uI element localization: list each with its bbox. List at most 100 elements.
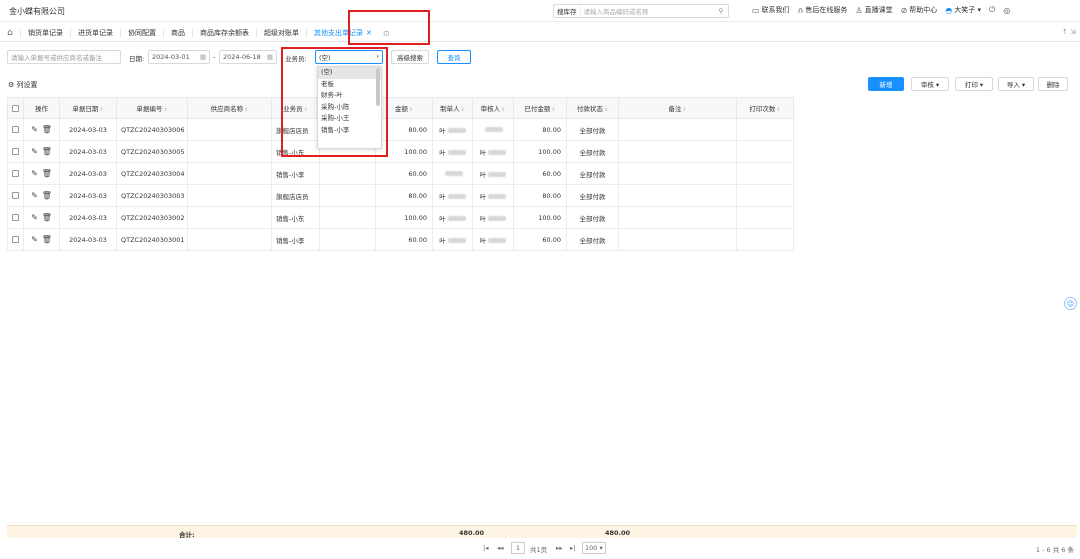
sort-icon[interactable]: ⇕ (244, 107, 248, 113)
trash-icon[interactable]: 🗑 (42, 235, 52, 244)
contact-link[interactable]: ▭ 联系我们 (752, 5, 790, 15)
new-button[interactable]: 新增 (868, 77, 904, 91)
column-settings[interactable]: ⚙ 列设置 (8, 80, 38, 90)
col-date[interactable]: 单据日期⇕ (59, 97, 117, 119)
sort-icon[interactable]: ⇕ (304, 107, 308, 113)
table-row[interactable]: ✎ 🗑 2024-03-03 QTZC20240303005 销售-小东 100.00 叶叶… (7, 140, 794, 163)
trash-icon[interactable]: 🗑 (42, 125, 52, 134)
search-input[interactable]: 请输入商品编码或名称 (581, 6, 715, 16)
print-button[interactable]: 打印 ▾ (955, 77, 993, 91)
close-icon[interactable]: ✕ (366, 29, 372, 37)
service-link[interactable]: ∩ 售后在线服务 (798, 5, 848, 15)
sort-icon[interactable]: ⇕ (551, 107, 555, 113)
page-number-input[interactable]: 1 (511, 542, 525, 554)
trash-icon[interactable]: 🗑 (42, 147, 52, 156)
sort-icon[interactable]: ⇕ (99, 107, 103, 113)
col-maker[interactable]: 制单人⇕ (432, 97, 473, 119)
row-checkbox[interactable] (7, 184, 24, 207)
col-status[interactable]: 付款状态⇕ (566, 97, 619, 119)
tab-products[interactable]: 商品 (163, 28, 192, 38)
checkbox[interactable] (12, 148, 19, 155)
power-icon[interactable]: ⏻ (989, 5, 995, 15)
row-checkbox[interactable] (7, 228, 24, 251)
tab-other-expense-records[interactable]: 其他支出单记录 ✕ (306, 28, 379, 38)
row-checkbox[interactable] (7, 140, 24, 163)
edit-icon[interactable]: ✎ (31, 213, 38, 222)
date-from-field[interactable]: 2024-03-01 ▦ (148, 50, 210, 64)
trash-icon[interactable]: 🗑 (42, 213, 52, 222)
table-row[interactable]: ✎ 🗑 2024-03-03 QTZC20240303002 销售-小东 100.00 叶叶… (7, 206, 794, 229)
tabbar-tools[interactable]: ↑ ⇲ (1062, 28, 1076, 36)
edit-icon[interactable]: ✎ (31, 125, 38, 134)
salesperson-select[interactable]: (空) ▾ (315, 50, 383, 64)
col-salesperson[interactable]: 业务员⇕ (271, 97, 320, 119)
row-checkbox[interactable] (7, 206, 24, 229)
table-row[interactable]: ✎ 🗑 2024-03-03 QTZC20240303004 销售-小李 60.00 叶 60… (7, 162, 794, 185)
edit-icon[interactable]: ✎ (31, 169, 38, 178)
col-number[interactable]: 单据编号⇕ (116, 97, 188, 119)
import-button[interactable]: 导入 ▾ (998, 77, 1034, 91)
search-scope[interactable]: 搜库存 (554, 6, 581, 16)
first-page-button[interactable]: |◂ (483, 544, 488, 552)
dropdown-option[interactable]: 采购-小王 (318, 113, 381, 125)
sort-icon[interactable]: ⇕ (604, 107, 608, 113)
dropdown-option[interactable]: 采购-小陈 (318, 102, 381, 114)
tab-purchase-records[interactable]: 进货单记录 (70, 28, 120, 38)
live-link[interactable]: ♙ 直播课堂 (855, 5, 892, 15)
table-row[interactable]: ✎ 🗑 2024-03-03 QTZC20240303003 旗舰店店员 80.00 叶叶 8… (7, 184, 794, 207)
advanced-search-button[interactable]: 高级搜索 (391, 50, 429, 64)
delete-button[interactable]: 删除 (1038, 77, 1068, 91)
sort-icon[interactable]: ⇕ (163, 107, 167, 113)
edit-icon[interactable]: ✎ (31, 191, 38, 200)
tab-super-statement[interactable]: 超级对账单 (256, 28, 306, 38)
prev-page-button[interactable]: ◂◂ (497, 544, 504, 552)
dropdown-option[interactable]: 销售-小李 (318, 125, 381, 137)
edit-icon[interactable]: ✎ (31, 147, 38, 156)
user-menu[interactable]: ◓ 大笑子 ▾ (945, 5, 981, 15)
checkbox[interactable] (12, 192, 19, 199)
next-page-button[interactable]: ▸▸ (556, 544, 563, 552)
dropdown-scrollbar[interactable] (376, 68, 380, 106)
page-size-select[interactable]: 100 ▾ (582, 542, 606, 554)
sort-icon[interactable]: ⇕ (776, 107, 780, 113)
date-to-field[interactable]: 2024-06-18 ▦ (219, 50, 277, 64)
last-page-button[interactable]: ▸| (570, 544, 575, 552)
dropdown-option[interactable]: 老板 (318, 79, 381, 91)
tab-stock-balance[interactable]: 商品库存余额表 (192, 28, 256, 38)
checkbox[interactable] (12, 214, 19, 221)
row-checkbox[interactable] (7, 162, 24, 185)
checkbox[interactable] (12, 126, 19, 133)
checkbox[interactable] (12, 170, 19, 177)
global-search[interactable]: 搜库存 请输入商品编码或名称 ⚲ (553, 4, 729, 18)
home-icon[interactable]: ⌂ (0, 28, 20, 38)
row-checkbox[interactable] (7, 118, 24, 141)
search-icon[interactable]: ⚲ (714, 7, 728, 15)
tab-collab-config[interactable]: 协同配置 (120, 28, 163, 38)
trash-icon[interactable]: 🗑 (42, 169, 52, 178)
sort-icon[interactable]: ⇕ (461, 107, 465, 113)
dropdown-option[interactable]: (空) (318, 67, 381, 79)
col-amount[interactable]: 金额⇕ (375, 97, 433, 119)
trash-icon[interactable]: 🗑 (42, 191, 52, 200)
table-row[interactable]: ✎ 🗑 2024-03-03 QTZC20240303006 旗舰店店员 80.00 叶 80… (7, 118, 794, 141)
col-prints[interactable]: 打印次数⇕ (736, 97, 794, 119)
assistant-icon[interactable]: ☺ (1064, 297, 1077, 310)
col-paid[interactable]: 已付金额⇕ (513, 97, 567, 119)
edit-icon[interactable]: ✎ (31, 235, 38, 244)
col-auditor[interactable]: 审核人⇕ (472, 97, 514, 119)
col-supplier[interactable]: 供应商名称⇕ (187, 97, 272, 119)
checkbox[interactable] (12, 236, 19, 243)
sort-icon[interactable]: ⇕ (409, 107, 413, 113)
audit-button[interactable]: 审核 ▾ (911, 77, 949, 91)
settings-icon[interactable]: ◎ (1003, 6, 1010, 15)
help-link[interactable]: ⊘ 帮助中心 (901, 5, 938, 15)
sort-icon[interactable]: ⇕ (501, 107, 505, 113)
more-tabs-icon[interactable]: ⊙ (383, 29, 390, 38)
select-all-checkbox[interactable] (7, 97, 24, 119)
tab-sales-records[interactable]: 销货单记录 (20, 28, 70, 38)
query-button[interactable]: 查询 (437, 50, 471, 64)
table-row[interactable]: ✎ 🗑 2024-03-03 QTZC20240303001 销售-小李 60.00 叶叶 6… (7, 228, 794, 251)
keyword-input[interactable]: 请输入单据号或供应商名或备注 (7, 50, 121, 64)
col-remark[interactable]: 备注⇕ (618, 97, 737, 119)
sort-icon[interactable]: ⇕ (682, 107, 686, 113)
